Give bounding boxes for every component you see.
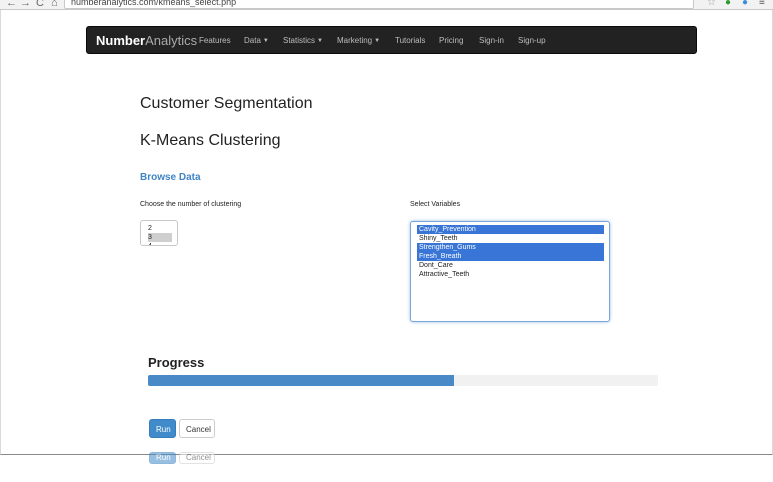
cancel-button[interactable]: Cancel [179, 419, 215, 438]
reload-icon[interactable]: C [36, 0, 44, 9]
extension-blue-icon[interactable]: ● [742, 0, 748, 8]
extension-green-icon[interactable]: ● [725, 0, 731, 8]
brand-light: Analytics [145, 33, 198, 48]
nav-tutorials[interactable]: Tutorials [395, 36, 425, 46]
nav-data-label: Data [244, 36, 261, 45]
cluster-option-selected[interactable]: 3 [148, 233, 172, 242]
brand-bold: Number [96, 33, 146, 48]
top-navbar: NumberAnalytics Features Data ▼ Statistic… [86, 26, 697, 54]
page-title: Customer Segmentation [140, 95, 313, 112]
bookmark-star-icon[interactable]: ☆ [707, 0, 716, 8]
caret-down-icon: ▼ [317, 38, 323, 44]
cancel-button-ghost: Cancel [179, 452, 215, 464]
home-icon[interactable]: ⌂ [51, 0, 58, 9]
cluster-option[interactable]: 4 [148, 242, 172, 245]
variable-option[interactable]: Strengthen_Gums [417, 243, 604, 252]
variable-option[interactable]: Attractive_Teeth [417, 270, 604, 279]
nav-statistics[interactable]: Statistics ▼ [283, 36, 323, 46]
caret-down-icon: ▼ [262, 38, 269, 44]
variable-option[interactable]: Fresh_Breath [417, 252, 604, 261]
menu-icon[interactable]: ≡ [759, 0, 765, 8]
variable-option[interactable]: Shiny_Teeth [417, 234, 604, 243]
nav-statistics-label: Statistics [283, 36, 316, 45]
progress-bar [148, 375, 658, 386]
run-button[interactable]: Run [149, 419, 176, 438]
cluster-option[interactable]: 2 [148, 224, 172, 233]
variable-option[interactable]: Cavity_Prevention [417, 225, 604, 234]
clustering-label: Choose the number of clustering [140, 201, 242, 208]
progress-title: Progress [148, 355, 205, 370]
page-viewport [0, 10, 773, 455]
forward-icon[interactable]: → [20, 0, 31, 9]
cluster-count-select[interactable]: 2 3 4 [140, 220, 178, 246]
nav-pricing[interactable]: Pricing [439, 36, 463, 46]
run-button-ghost: Run [149, 452, 176, 464]
nav-features[interactable]: Features [199, 36, 231, 46]
variable-option[interactable]: Dont_Care [417, 261, 604, 270]
variables-listbox[interactable]: Cavity_Prevention Shiny_Teeth Strengthen… [410, 221, 610, 322]
browse-data-link[interactable]: Browse Data [140, 172, 201, 184]
brand-logo[interactable]: NumberAnalytics [96, 33, 197, 48]
page-subtitle: K-Means Clustering [140, 132, 281, 149]
progress-fill [148, 375, 454, 386]
back-icon[interactable]: ← [6, 0, 17, 9]
caret-down-icon: ▼ [374, 38, 381, 44]
nav-sign-in[interactable]: Sign-in [479, 36, 504, 46]
nav-sign-up[interactable]: Sign-up [518, 36, 546, 46]
nav-marketing-label: Marketing [337, 36, 373, 45]
nav-marketing[interactable]: Marketing ▼ [337, 36, 380, 46]
browser-toolbar: ← → C ⌂ numberanalytics.com/kmeans_selec… [0, 0, 773, 10]
address-bar[interactable]: numberanalytics.com/kmeans_select.php [64, 0, 694, 9]
nav-data[interactable]: Data ▼ [244, 36, 269, 46]
variables-label: Select Variables [410, 201, 461, 208]
